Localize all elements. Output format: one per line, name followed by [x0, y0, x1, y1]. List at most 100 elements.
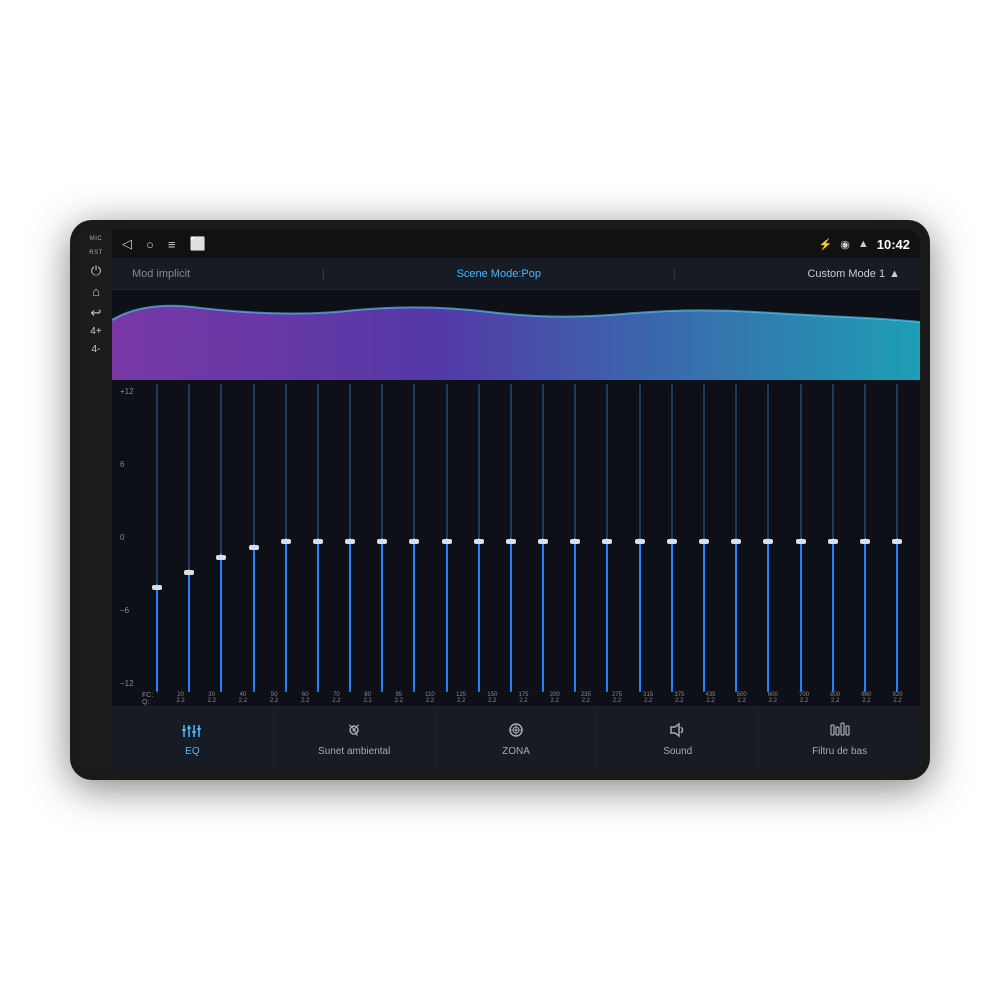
- slider-track-60[interactable]: [285, 384, 287, 692]
- scale-6: 6: [120, 461, 134, 469]
- slider-handle-40[interactable]: [216, 555, 226, 560]
- slider-track-110[interactable]: [413, 384, 415, 692]
- menu-nav-icon[interactable]: ≡: [168, 237, 176, 252]
- slider-track-500[interactable]: [735, 384, 737, 692]
- slider-handle-30[interactable]: [184, 570, 194, 575]
- mode-scene[interactable]: Scene Mode:Pop: [457, 268, 541, 280]
- freq-label-275: 2752.2: [602, 692, 631, 706]
- tab-ambient[interactable]: Sunet ambiental: [274, 707, 436, 770]
- slider-col-275: [592, 384, 622, 692]
- vol-down-icon[interactable]: 4-: [92, 345, 101, 355]
- slider-track-315[interactable]: [639, 384, 641, 692]
- slider-col-600: [753, 384, 783, 692]
- slider-handle-175[interactable]: [506, 539, 516, 544]
- slider-handle-800[interactable]: [828, 539, 838, 544]
- slider-handle-200[interactable]: [538, 539, 548, 544]
- mode-default[interactable]: Mod implicit: [132, 268, 190, 280]
- slider-track-80[interactable]: [349, 384, 351, 692]
- slider-track-600[interactable]: [767, 384, 769, 692]
- location-icon: ◉: [840, 238, 850, 251]
- slider-handle-920[interactable]: [892, 539, 902, 544]
- slider-handle-95[interactable]: [377, 539, 387, 544]
- power-icon[interactable]: ⏻: [91, 264, 101, 277]
- slider-handle-70[interactable]: [313, 539, 323, 544]
- slider-track-200[interactable]: [542, 384, 544, 692]
- slider-handle-110[interactable]: [409, 539, 419, 544]
- slider-track-95[interactable]: [381, 384, 383, 692]
- scale-minus12: −12: [120, 680, 134, 688]
- recent-nav-icon[interactable]: ⬜: [189, 236, 205, 252]
- slider-handle-20[interactable]: [152, 585, 162, 590]
- freq-label-60: 602.2: [291, 692, 320, 706]
- eq-tab-icon: [181, 721, 203, 742]
- slider-handle-150[interactable]: [474, 539, 484, 544]
- freq-label-500: 5002.2: [727, 692, 756, 706]
- main-screen: ◁ ○ ≡ ⬜ ⚡ ◉ ▲ 10:42 Mod implicit | Scene…: [112, 230, 920, 770]
- slider-col-125: [432, 384, 462, 692]
- device-inner: MIC RST ⏻ ⌂ ↩ 4+ 4- ◁ ○ ≡ ⬜ ⚡ ◉ ▲: [80, 230, 920, 770]
- status-bar: ◁ ○ ≡ ⬜ ⚡ ◉ ▲ 10:42: [112, 230, 920, 258]
- slider-track-70[interactable]: [317, 384, 319, 692]
- slider-handle-700[interactable]: [796, 539, 806, 544]
- back-nav-icon[interactable]: ◁: [122, 236, 132, 252]
- scale-minus6: −6: [120, 607, 134, 615]
- slider-handle-275[interactable]: [602, 539, 612, 544]
- tab-sound[interactable]: Sound: [597, 707, 759, 770]
- slider-col-50: [239, 384, 269, 692]
- slider-track-125[interactable]: [446, 384, 448, 692]
- scale-labels: +12 6 0 −6 −12: [120, 384, 134, 692]
- slider-handle-235[interactable]: [570, 539, 580, 544]
- slider-col-375: [657, 384, 687, 692]
- slider-track-50[interactable]: [253, 384, 255, 692]
- slider-handle-375[interactable]: [667, 539, 677, 544]
- back-icon[interactable]: ↩: [91, 306, 102, 319]
- status-right: ⚡ ◉ ▲ 10:42: [819, 237, 910, 252]
- slider-handle-315[interactable]: [635, 539, 645, 544]
- zona-tab-icon: [505, 721, 527, 742]
- freq-axis-labels: FC:Q:: [142, 692, 164, 706]
- freq-label-30: 302.2: [197, 692, 226, 706]
- slider-col-800: [818, 384, 848, 692]
- freq-label-435: 4352.2: [696, 692, 725, 706]
- slider-track-275[interactable]: [606, 384, 608, 692]
- slider-handle-60[interactable]: [281, 539, 291, 544]
- slider-col-60: [271, 384, 301, 692]
- sidebar: MIC RST ⏻ ⌂ ↩ 4+ 4-: [80, 230, 112, 770]
- slider-handle-600[interactable]: [763, 539, 773, 544]
- freq-labels: FC:Q: 202.2302.2402.2502.2602.2702.2802.…: [120, 692, 912, 706]
- home-icon[interactable]: ⌂: [92, 285, 100, 298]
- slider-handle-860[interactable]: [860, 539, 870, 544]
- slider-track-150[interactable]: [478, 384, 480, 692]
- slider-track-175[interactable]: [510, 384, 512, 692]
- slider-track-920[interactable]: [896, 384, 898, 692]
- slider-track-375[interactable]: [671, 384, 673, 692]
- bluetooth-icon: ⚡: [819, 238, 833, 251]
- slider-track-20[interactable]: [156, 384, 158, 692]
- mode-custom[interactable]: Custom Mode 1 ▲: [807, 268, 900, 280]
- slider-track-30[interactable]: [188, 384, 190, 692]
- slider-col-20: [142, 384, 172, 692]
- slider-handle-500[interactable]: [731, 539, 741, 544]
- mic-label: MIC: [90, 236, 103, 242]
- slider-track-40[interactable]: [220, 384, 222, 692]
- slider-handle-80[interactable]: [345, 539, 355, 544]
- slider-track-435[interactable]: [703, 384, 705, 692]
- tab-ambient-label: Sunet ambiental: [318, 746, 390, 757]
- freq-label-315: 3152.2: [634, 692, 663, 706]
- freq-label-70: 702.2: [322, 692, 351, 706]
- tab-bass-label: Filtru de bas: [812, 746, 867, 757]
- slider-col-70: [303, 384, 333, 692]
- slider-track-700[interactable]: [800, 384, 802, 692]
- slider-track-860[interactable]: [864, 384, 866, 692]
- tab-zona[interactable]: ZONA: [436, 707, 598, 770]
- slider-handle-50[interactable]: [249, 545, 259, 550]
- slider-track-800[interactable]: [832, 384, 834, 692]
- slider-track-235[interactable]: [574, 384, 576, 692]
- tab-eq[interactable]: EQ: [112, 707, 274, 770]
- freq-label-175: 1752.2: [509, 692, 538, 706]
- slider-handle-125[interactable]: [442, 539, 452, 544]
- home-nav-icon[interactable]: ○: [146, 237, 154, 252]
- vol-up-icon[interactable]: 4+: [90, 327, 101, 337]
- slider-handle-435[interactable]: [699, 539, 709, 544]
- tab-bass[interactable]: Filtru de bas: [759, 707, 920, 770]
